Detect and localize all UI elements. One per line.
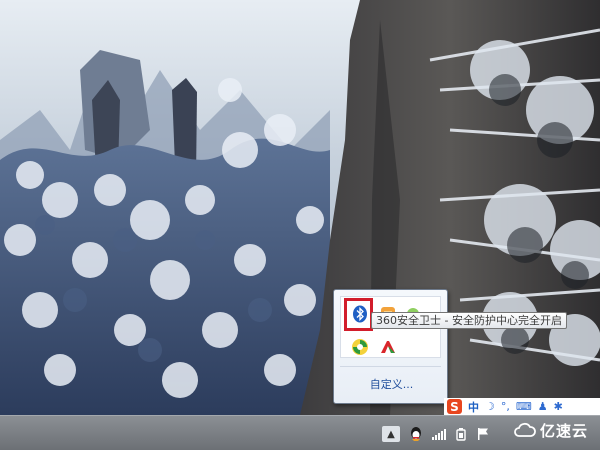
signal-bars-icon[interactable]: [431, 426, 447, 442]
360-safeguard-icon[interactable]: [349, 336, 371, 358]
taskbar: ▲: [0, 415, 600, 450]
person-icon[interactable]: ♟: [538, 400, 548, 413]
punctuation-icon[interactable]: °,: [501, 400, 510, 413]
sogou-ime-logo[interactable]: S: [447, 399, 462, 414]
moon-icon[interactable]: ☽: [485, 400, 495, 413]
language-bar: S 中 ☽ °, ⌨ ♟ ✱: [444, 398, 600, 415]
show-hidden-icons-button[interactable]: ▲: [382, 426, 400, 442]
watermark-logo: 亿速云: [514, 418, 588, 442]
power-icon[interactable]: [453, 426, 469, 442]
bluetooth-icon[interactable]: [349, 303, 371, 325]
customize-link[interactable]: 自定义...: [334, 376, 449, 392]
qq-penguin-icon[interactable]: [407, 426, 425, 442]
cloud-logo-icon: [514, 422, 536, 437]
desktop-wallpaper: [0, 0, 600, 415]
keyboard-icon[interactable]: ⌨: [516, 400, 532, 413]
gear-icon[interactable]: ✱: [554, 400, 563, 413]
chinese-mode-label[interactable]: 中: [468, 399, 479, 415]
tooltip: 360安全卫士 - 安全防护中心完全开启: [371, 312, 567, 329]
red-flag-icon[interactable]: [377, 336, 399, 358]
notification-area-popup: 自定义...: [333, 289, 448, 404]
popup-divider: [340, 366, 441, 367]
action-center-flag-icon[interactable]: [475, 426, 491, 442]
watermark-text: 亿速云: [540, 421, 589, 440]
